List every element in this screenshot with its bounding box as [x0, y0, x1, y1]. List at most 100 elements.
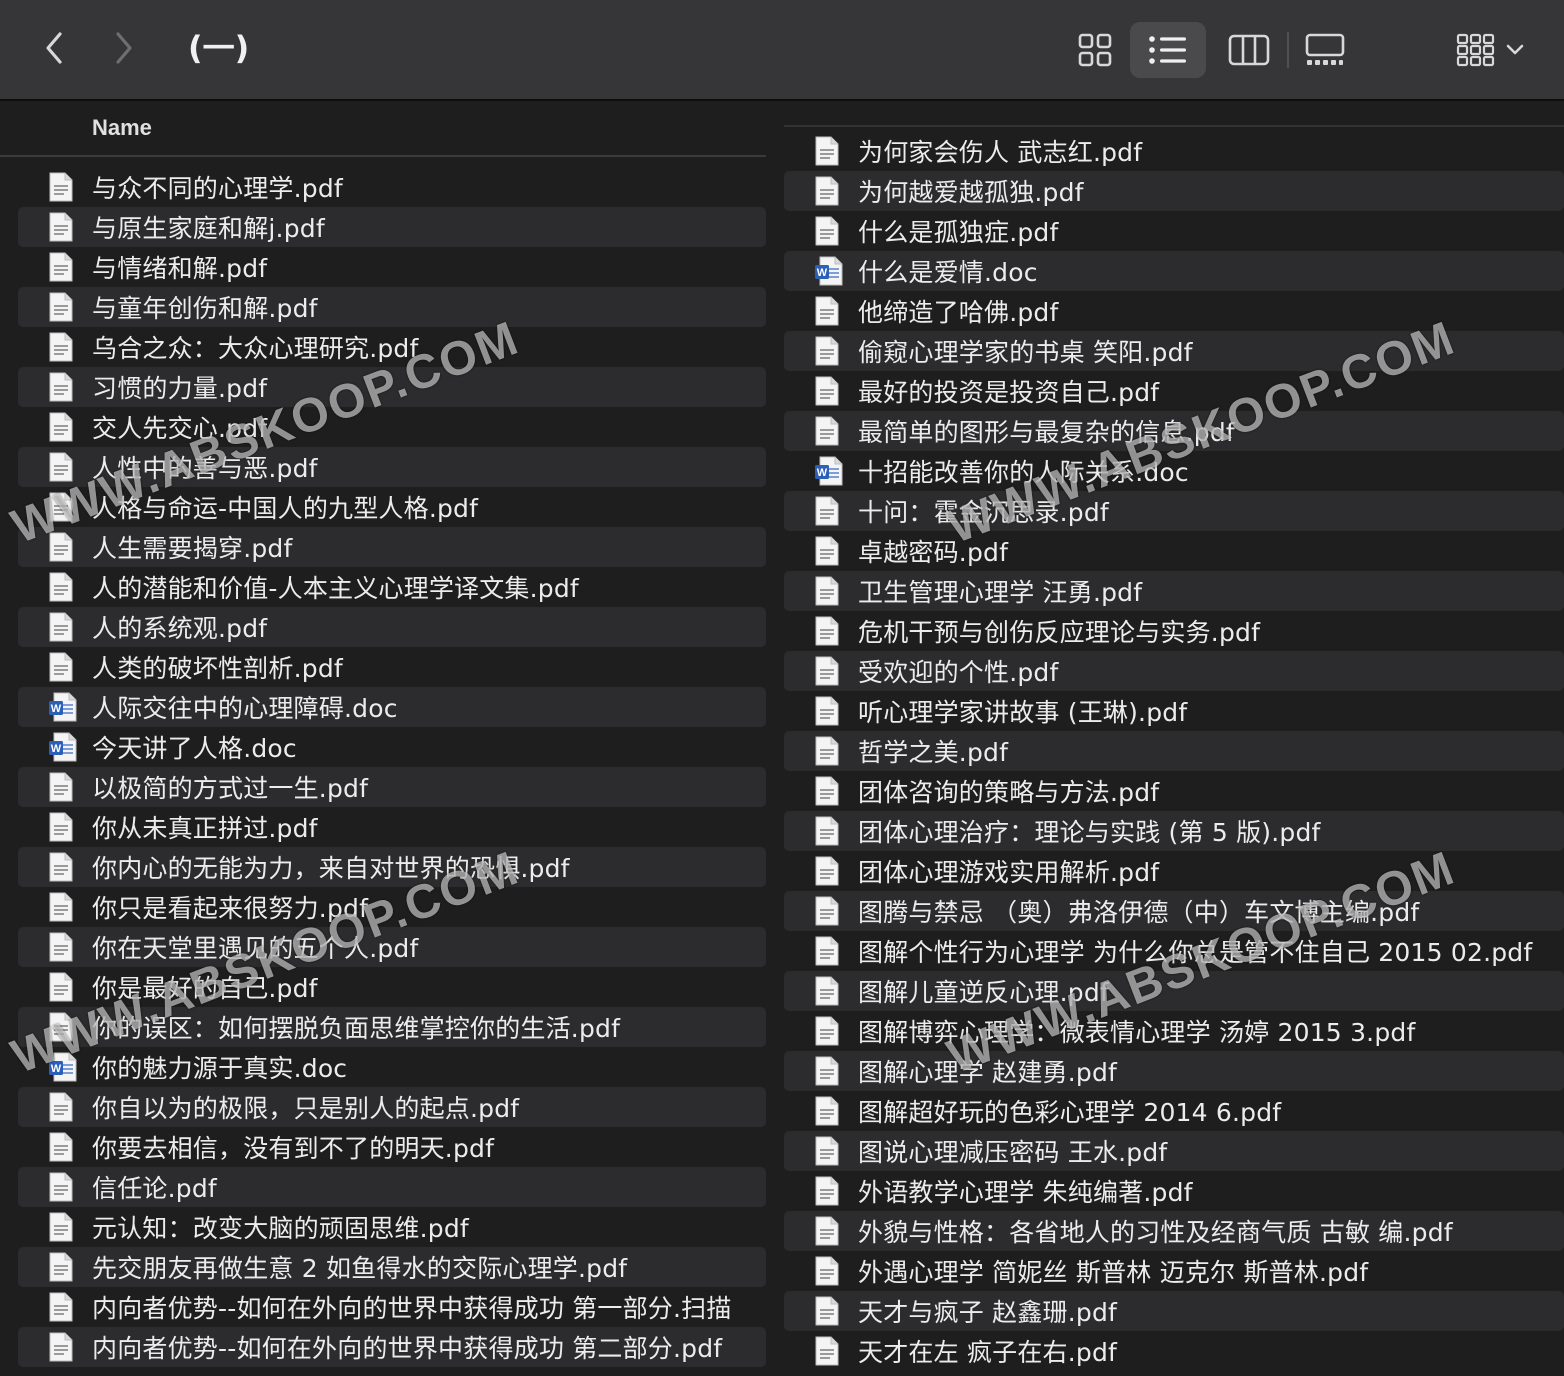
- file-row[interactable]: 团体心理游戏实用解析.pdf: [784, 851, 1564, 891]
- file-row[interactable]: 人格与命运-中国人的九型人格.pdf: [18, 487, 766, 527]
- file-row[interactable]: 卫生管理心理学 汪勇.pdf: [784, 571, 1564, 611]
- file-row[interactable]: 什么是孤独症.pdf: [784, 211, 1564, 251]
- pdf-file-icon: [48, 971, 82, 1003]
- file-row[interactable]: 天才在左 疯子在右.pdf: [784, 1331, 1564, 1371]
- file-name: 外貌与性格：各省地人的习性及经商气质 古敏 编.pdf: [858, 1218, 1453, 1247]
- file-row[interactable]: 你从未真正拼过.pdf: [18, 807, 766, 847]
- file-row[interactable]: 天才与疯子 赵鑫珊.pdf: [784, 1291, 1564, 1331]
- forward-button[interactable]: [102, 26, 146, 70]
- file-row[interactable]: 他缔造了哈佛.pdf: [784, 291, 1564, 331]
- pdf-file-icon: [815, 136, 839, 166]
- file-row[interactable]: W 十招能改善你的人际关系.doc: [784, 451, 1564, 491]
- pdf-file-icon: [49, 252, 73, 282]
- file-row[interactable]: 听心理学家讲故事 (王琳).pdf: [784, 691, 1564, 731]
- pdf-file-icon: [815, 1216, 839, 1246]
- file-row[interactable]: 习惯的力量.pdf: [18, 367, 766, 407]
- file-name: 图说心理减压密码 王水.pdf: [858, 1138, 1168, 1167]
- file-row[interactable]: 哲学之美.pdf: [784, 731, 1564, 771]
- file-row[interactable]: 图说心理减压密码 王水.pdf: [784, 1131, 1564, 1171]
- file-row[interactable]: 你的误区：如何摆脱负面思维掌控你的生活.pdf: [18, 1007, 766, 1047]
- file-row[interactable]: 最好的投资是投资自己.pdf: [784, 371, 1564, 411]
- pdf-file-icon: [48, 451, 82, 483]
- pdf-file-icon: [814, 1175, 848, 1207]
- file-row[interactable]: 人类的破坏性剖析.pdf: [18, 647, 766, 687]
- file-row[interactable]: 团体咨询的策略与方法.pdf: [784, 771, 1564, 811]
- name-column-header[interactable]: Name: [92, 115, 152, 141]
- file-row[interactable]: 人的潜能和价值-人本主义心理学译文集.pdf: [18, 567, 766, 607]
- finder-toolbar: (一): [0, 0, 1564, 101]
- file-row[interactable]: 受欢迎的个性.pdf: [784, 651, 1564, 691]
- toolbar-separator: [1287, 32, 1289, 68]
- pdf-file-icon: [814, 375, 848, 407]
- file-row[interactable]: W 什么是爱情.doc: [784, 251, 1564, 291]
- file-name: 危机干预与创伤反应理论与实务.pdf: [858, 618, 1261, 647]
- file-row[interactable]: 你要去相信，没有到不了的明天.pdf: [18, 1127, 766, 1167]
- chevron-left-icon: [46, 32, 62, 64]
- file-name: 人的潜能和价值-人本主义心理学译文集.pdf: [92, 574, 579, 603]
- file-row[interactable]: 为何越爱越孤独.pdf: [784, 171, 1564, 211]
- pdf-file-icon: [814, 215, 848, 247]
- file-row[interactable]: 与情绪和解.pdf: [18, 247, 766, 287]
- pdf-file-icon: [48, 411, 82, 443]
- right-pane-header-line: [784, 125, 1564, 127]
- file-row[interactable]: 与众不同的心理学.pdf: [18, 167, 766, 207]
- file-row[interactable]: 与童年创伤和解.pdf: [18, 287, 766, 327]
- file-row[interactable]: 最简单的图形与最复杂的信息.pdf: [784, 411, 1564, 451]
- file-row[interactable]: 人性中的善与恶.pdf: [18, 447, 766, 487]
- svg-text:W: W: [51, 743, 62, 755]
- column-view-button[interactable]: [1214, 22, 1284, 78]
- file-row[interactable]: W 人际交往中的心理障碍.doc: [18, 687, 766, 727]
- pdf-file-icon: [815, 1296, 839, 1326]
- file-row[interactable]: 外遇心理学 简妮丝 斯普林 迈克尔 斯普林.pdf: [784, 1251, 1564, 1291]
- pdf-file-icon: [49, 1212, 73, 1242]
- file-row[interactable]: 你只是看起来很努力.pdf: [18, 887, 766, 927]
- group-by-button[interactable]: [1446, 22, 1536, 78]
- file-row[interactable]: 危机干预与创伤反应理论与实务.pdf: [784, 611, 1564, 651]
- file-row[interactable]: 外语教学心理学 朱纯编著.pdf: [784, 1171, 1564, 1211]
- file-name: 你要去相信，没有到不了的明天.pdf: [92, 1134, 495, 1163]
- file-row[interactable]: 你内心的无能为力，来自对世界的恐惧.pdf: [18, 847, 766, 887]
- file-row[interactable]: 为何家会伤人 武志红.pdf: [784, 131, 1564, 171]
- list-view-button[interactable]: [1130, 22, 1206, 78]
- pdf-file-icon: [814, 335, 848, 367]
- file-row[interactable]: 团体心理治疗：理论与实践 (第 5 版).pdf: [784, 811, 1564, 851]
- file-row[interactable]: 图解超好玩的色彩心理学 2014 6.pdf: [784, 1091, 1564, 1131]
- file-row[interactable]: 偷窥心理学家的书桌 笑阳.pdf: [784, 331, 1564, 371]
- file-row[interactable]: 图解个性行为心理学 为什么你总是管不住自己 2015 02.pdf: [784, 931, 1564, 971]
- file-row[interactable]: 人的系统观.pdf: [18, 607, 766, 647]
- file-row[interactable]: 与原生家庭和解j.pdf: [18, 207, 766, 247]
- file-row[interactable]: 外貌与性格：各省地人的习性及经商气质 古敏 编.pdf: [784, 1211, 1564, 1251]
- file-row[interactable]: W 你的魅力源于真实.doc: [18, 1047, 766, 1087]
- file-row[interactable]: 元认知：改变大脑的顽固思维.pdf: [18, 1207, 766, 1247]
- file-row[interactable]: 乌合之众：大众心理研究.pdf: [18, 327, 766, 367]
- file-row[interactable]: 卓越密码.pdf: [784, 531, 1564, 571]
- gallery-view-button[interactable]: [1290, 22, 1360, 78]
- file-row[interactable]: 图解博弈心理学：微表情心理学 汤婷 2015 3.pdf: [784, 1011, 1564, 1051]
- group-grid-icon: [1456, 33, 1495, 67]
- file-row[interactable]: W 今天讲了人格.doc: [18, 727, 766, 767]
- file-row[interactable]: 你是最好的自己.pdf: [18, 967, 766, 1007]
- file-row[interactable]: 图解儿童逆反心理.pdf: [784, 971, 1564, 1011]
- file-row[interactable]: 以极简的方式过一生.pdf: [18, 767, 766, 807]
- file-row[interactable]: 图解心理学 赵建勇.pdf: [784, 1051, 1564, 1091]
- word-doc-icon: W: [815, 256, 843, 286]
- back-button[interactable]: [32, 26, 76, 70]
- file-row[interactable]: 信任论.pdf: [18, 1167, 766, 1207]
- file-row[interactable]: 人生需要揭穿.pdf: [18, 527, 766, 567]
- file-name: 内向者优势--如何在外向的世界中获得成功 第一部分.扫描: [92, 1294, 732, 1323]
- file-row[interactable]: 你自以为的极限，只是别人的起点.pdf: [18, 1087, 766, 1127]
- pdf-file-icon: [815, 296, 839, 326]
- file-row[interactable]: 图腾与禁忌 （奥）弗洛伊德（中）车文博主编.pdf: [784, 891, 1564, 931]
- file-row[interactable]: 交人先交心.pdf: [18, 407, 766, 447]
- pdf-file-icon: [815, 576, 839, 606]
- file-row[interactable]: 十问：霍金沉思录.pdf: [784, 491, 1564, 531]
- icon-view-button[interactable]: [1064, 22, 1126, 78]
- file-row[interactable]: 内向者优势--如何在外向的世界中获得成功 第一部分.扫描: [18, 1287, 766, 1327]
- pdf-file-icon: [814, 415, 848, 447]
- chevron-down-icon: [1506, 44, 1524, 55]
- file-row[interactable]: 内向者优势--如何在外向的世界中获得成功 第二部分.pdf: [18, 1327, 766, 1367]
- pdf-file-icon: [814, 575, 848, 607]
- file-name: 团体心理治疗：理论与实践 (第 5 版).pdf: [858, 818, 1321, 847]
- file-row[interactable]: 先交朋友再做生意 2 如鱼得水的交际心理学.pdf: [18, 1247, 766, 1287]
- file-row[interactable]: 你在天堂里遇见的五个人.pdf: [18, 927, 766, 967]
